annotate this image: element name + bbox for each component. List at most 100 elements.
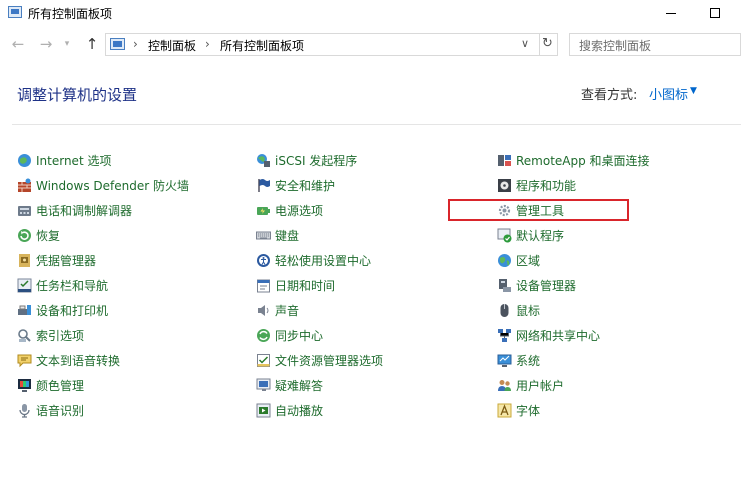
flag-icon — [256, 178, 271, 193]
caret-down-icon[interactable]: ▼ — [690, 86, 697, 96]
forward-button[interactable]: → — [36, 34, 56, 54]
item-troubleshooting[interactable]: 疑难解答 — [256, 375, 323, 395]
item-label: iSCSI 发起程序 — [275, 153, 358, 168]
index-icon — [17, 328, 32, 343]
keyboard-icon — [256, 228, 271, 243]
search-placeholder: 搜索控制面板 — [579, 39, 652, 53]
arrow-left-icon: ← — [11, 35, 25, 53]
microphone-icon — [17, 403, 32, 418]
breadcrumb-all-items[interactable]: 所有控制面板项 — [220, 37, 304, 54]
address-bar[interactable]: › 控制面板 › 所有控制面板项 ∨ ↻ — [105, 33, 558, 56]
item-label: 语音识别 — [36, 403, 85, 418]
item-label: 鼠标 — [516, 303, 541, 318]
globe-icon — [17, 153, 32, 168]
view-by-label: 查看方式: — [581, 88, 638, 103]
item-taskbar-navigation[interactable]: 任务栏和导航 — [17, 275, 108, 295]
item-label: 恢复 — [36, 228, 61, 243]
phone-modem-icon — [17, 203, 32, 218]
item-mouse[interactable]: 鼠标 — [497, 300, 540, 320]
item-network-sharing[interactable]: 网络和共享中心 — [497, 325, 600, 345]
item-label: 字体 — [516, 403, 541, 418]
item-label: 凭据管理器 — [36, 253, 97, 268]
refresh-icon[interactable]: ↻ — [542, 36, 553, 51]
breadcrumb-control-panel[interactable]: 控制面板 — [148, 37, 196, 54]
item-label: 任务栏和导航 — [36, 278, 109, 293]
item-ease-of-access[interactable]: 轻松使用设置中心 — [256, 250, 371, 270]
up-button[interactable]: ↑ — [82, 34, 102, 54]
item-autoplay[interactable]: 自动播放 — [256, 400, 323, 420]
item-label: 默认程序 — [516, 228, 565, 243]
recovery-icon — [17, 228, 32, 243]
item-label: 键盘 — [275, 228, 300, 243]
search-input[interactable]: 搜索控制面板 — [569, 33, 741, 56]
minimize-button[interactable] — [648, 0, 694, 26]
item-sound[interactable]: 声音 — [256, 300, 299, 320]
ease-access-icon — [256, 253, 271, 268]
iscsi-icon — [256, 153, 271, 168]
item-recovery[interactable]: 恢复 — [17, 225, 60, 245]
item-label: 文本到语音转换 — [36, 353, 121, 368]
item-speech-recognition[interactable]: 语音识别 — [17, 400, 84, 420]
item-devices-printers[interactable]: 设备和打印机 — [17, 300, 108, 320]
sync-icon — [256, 328, 271, 343]
item-fonts[interactable]: 字体 — [497, 400, 540, 420]
back-button[interactable]: ← — [8, 34, 28, 54]
item-security-maintenance[interactable]: 安全和维护 — [256, 175, 335, 195]
item-programs-features[interactable]: 程序和功能 — [497, 175, 576, 195]
item-label: 同步中心 — [275, 328, 324, 343]
item-iscsi-initiator[interactable]: iSCSI 发起程序 — [256, 150, 357, 170]
item-date-time[interactable]: 日期和时间 — [256, 275, 335, 295]
item-label: 电话和调制解调器 — [36, 203, 133, 218]
item-label: 索引选项 — [36, 328, 85, 343]
users-icon — [497, 378, 512, 393]
control-panel-icon — [8, 6, 22, 18]
item-default-programs[interactable]: 默认程序 — [497, 225, 564, 245]
maximize-icon — [710, 8, 720, 18]
recent-locations-button[interactable]: ▾ — [60, 34, 74, 54]
header-divider — [12, 124, 741, 125]
item-internet-options[interactable]: Internet 选项 — [17, 150, 111, 170]
item-label: 用户帐户 — [516, 378, 565, 393]
credential-icon — [17, 253, 32, 268]
item-text-to-speech[interactable]: 文本到语音转换 — [17, 350, 120, 370]
item-label: Internet 选项 — [36, 153, 112, 168]
item-phone-modem[interactable]: 电话和调制解调器 — [17, 200, 132, 220]
system-icon — [497, 353, 512, 368]
page-title: 调整计算机的设置 — [17, 86, 138, 104]
programs-icon — [497, 178, 512, 193]
item-label: 文件资源管理器选项 — [275, 353, 384, 368]
calendar-icon — [256, 278, 271, 293]
item-label: 设备管理器 — [516, 278, 577, 293]
folder-options-icon — [256, 353, 271, 368]
item-power-options[interactable]: 电源选项 — [256, 200, 323, 220]
item-firewall[interactable]: Windows Defender 防火墙 — [17, 175, 189, 195]
minimize-icon — [666, 12, 676, 14]
item-label: 系统 — [516, 353, 541, 368]
chevron-right-icon: › — [133, 37, 138, 51]
highlight-box — [448, 199, 629, 221]
item-color-management[interactable]: 颜色管理 — [17, 375, 84, 395]
item-credential-manager[interactable]: 凭据管理器 — [17, 250, 96, 270]
item-region[interactable]: 区域 — [497, 250, 540, 270]
item-sync-center[interactable]: 同步中心 — [256, 325, 323, 345]
color-icon — [17, 378, 32, 393]
item-label: 网络和共享中心 — [516, 328, 601, 343]
troubleshoot-icon — [256, 378, 271, 393]
chevron-right-icon[interactable]: › — [205, 37, 210, 51]
item-indexing-options[interactable]: 索引选项 — [17, 325, 84, 345]
item-label: Windows Defender 防火墙 — [36, 178, 189, 193]
power-icon — [256, 203, 271, 218]
item-label: RemoteApp 和桌面连接 — [516, 153, 650, 168]
maximize-button[interactable] — [692, 0, 738, 26]
item-keyboard[interactable]: 键盘 — [256, 225, 299, 245]
item-system[interactable]: 系统 — [497, 350, 540, 370]
address-dropdown-icon[interactable]: ∨ — [521, 37, 529, 50]
item-label: 轻松使用设置中心 — [275, 253, 372, 268]
view-by-dropdown[interactable]: 小图标 — [649, 84, 688, 103]
item-file-explorer-options[interactable]: 文件资源管理器选项 — [256, 350, 383, 370]
item-device-manager[interactable]: 设备管理器 — [497, 275, 576, 295]
item-user-accounts[interactable]: 用户帐户 — [497, 375, 564, 395]
item-remoteapp[interactable]: RemoteApp 和桌面连接 — [497, 150, 650, 170]
item-label: 安全和维护 — [275, 178, 336, 193]
title-bar: 所有控制面板项 — [0, 0, 741, 26]
